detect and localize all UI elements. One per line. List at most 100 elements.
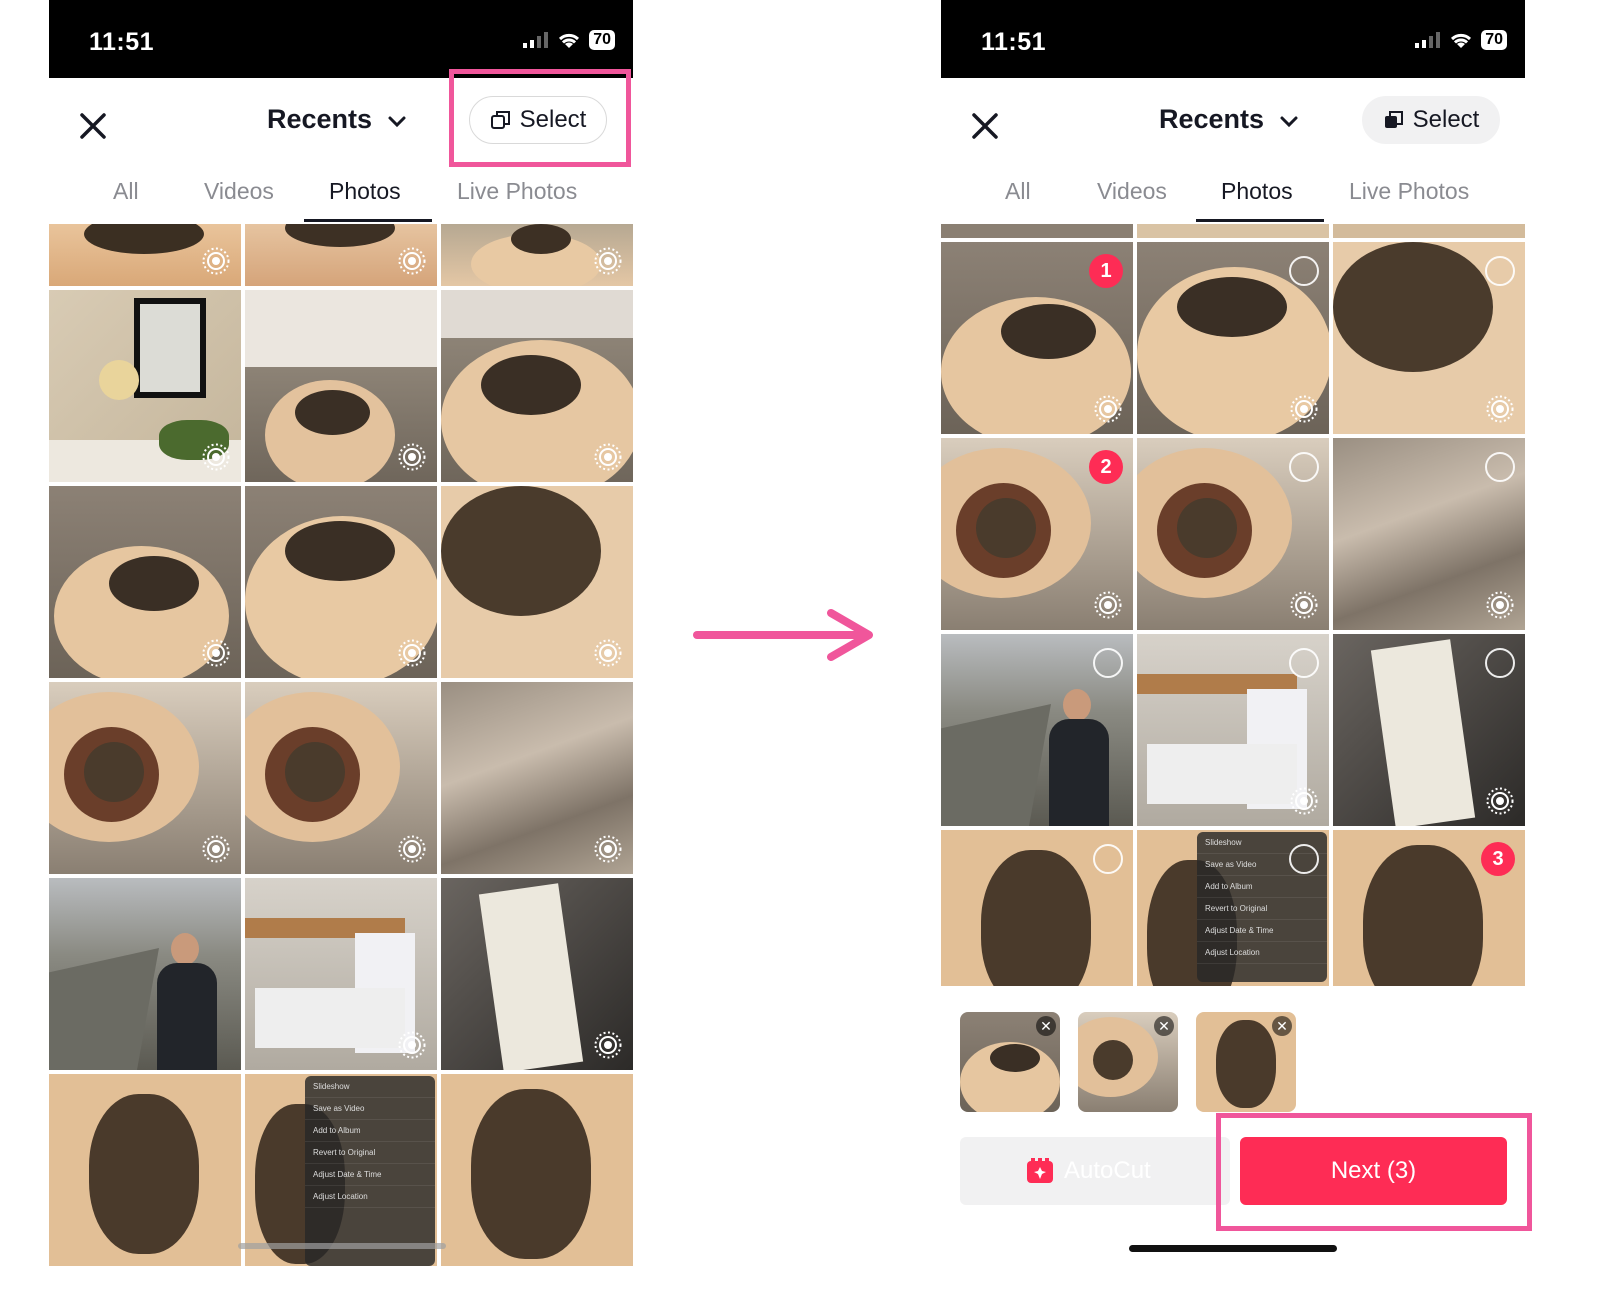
menu-text: Revert to Original (1197, 898, 1327, 920)
photo-thumbnail[interactable] (1137, 242, 1329, 434)
remove-icon[interactable]: ✕ (1272, 1016, 1292, 1036)
context-menu-in-photo: Slideshow Save as Video Add to Album Rev… (305, 1076, 435, 1266)
selected-thumbnail[interactable]: ✕ (1196, 1012, 1296, 1112)
live-photo-icon (202, 835, 230, 863)
selection-number-badge[interactable]: 1 (1089, 254, 1123, 288)
menu-text: Save as Video (305, 1098, 435, 1120)
tab-all[interactable]: All (1005, 178, 1031, 205)
photo-thumbnail[interactable] (49, 486, 241, 678)
photo-thumbnail[interactable] (245, 486, 437, 678)
remove-icon[interactable]: ✕ (1154, 1016, 1174, 1036)
tab-live-photos[interactable]: Live Photos (457, 178, 577, 205)
photo-thumbnail[interactable] (441, 1074, 633, 1266)
photo-thumbnail[interactable] (245, 878, 437, 1070)
photo-thumbnail[interactable] (245, 290, 437, 482)
wifi-icon (559, 33, 580, 48)
live-photo-icon (594, 639, 622, 667)
selection-circle[interactable] (1289, 844, 1319, 874)
live-photo-icon (202, 247, 230, 275)
status-time: 11:51 (89, 28, 155, 56)
photo-thumbnail[interactable] (49, 878, 241, 1070)
close-icon[interactable] (965, 106, 1005, 146)
photo-thumbnail[interactable] (941, 224, 1133, 238)
selection-circle[interactable] (1485, 452, 1515, 482)
live-photo-icon (1486, 591, 1514, 619)
selection-circle[interactable] (1093, 648, 1123, 678)
menu-text: Adjust Date & Time (305, 1164, 435, 1186)
photo-thumbnail[interactable] (441, 682, 633, 874)
photo-thumbnail[interactable] (49, 682, 241, 874)
live-photo-icon (1486, 787, 1514, 815)
tab-live-photos[interactable]: Live Photos (1349, 178, 1469, 205)
photo-thumbnail[interactable]: 2 (941, 438, 1133, 630)
live-photo-icon (1290, 395, 1318, 423)
selection-circle[interactable] (1485, 648, 1515, 678)
menu-text: Adjust Location (305, 1186, 435, 1208)
autocut-label: AutoCut (1064, 1157, 1151, 1184)
photo-thumbnail[interactable] (245, 682, 437, 874)
tab-photos[interactable]: Photos (329, 178, 401, 205)
album-title[interactable]: Recents (267, 104, 372, 135)
photo-thumbnail[interactable] (441, 224, 633, 286)
photo-thumbnail[interactable] (1137, 438, 1329, 630)
chevron-down-icon[interactable] (385, 110, 409, 134)
signal-icon (1415, 32, 1441, 48)
photo-thumbnail[interactable] (941, 830, 1133, 986)
menu-text: Revert to Original (305, 1142, 435, 1164)
live-photo-icon (1094, 395, 1122, 423)
selection-number-badge[interactable]: 2 (1089, 450, 1123, 484)
live-photo-icon (594, 443, 622, 471)
tab-all[interactable]: All (113, 178, 139, 205)
photo-thumbnail[interactable] (941, 634, 1133, 826)
live-photo-icon (1486, 395, 1514, 423)
selection-circle[interactable] (1289, 648, 1319, 678)
photo-thumbnail[interactable]: Slideshow Save as Video Add to Album Rev… (1137, 830, 1329, 986)
photo-thumbnail[interactable] (1137, 634, 1329, 826)
remove-icon[interactable]: ✕ (1036, 1016, 1056, 1036)
close-icon[interactable] (73, 106, 113, 146)
active-tab-indicator (1196, 219, 1324, 222)
photo-thumbnail[interactable]: Slideshow Save as Video Add to Album Rev… (245, 1074, 437, 1266)
photo-thumbnail[interactable] (1333, 634, 1525, 826)
photo-thumbnail[interactable] (441, 486, 633, 678)
tab-videos[interactable]: Videos (204, 178, 274, 205)
photo-thumbnail[interactable] (49, 1074, 241, 1266)
photo-thumbnail[interactable] (245, 224, 437, 286)
selection-circle[interactable] (1093, 844, 1123, 874)
photo-thumbnail[interactable]: 3 (1333, 830, 1525, 986)
select-button-active[interactable]: Select (1362, 96, 1500, 144)
photo-thumbnail[interactable] (1333, 224, 1525, 238)
tab-photos[interactable]: Photos (1221, 178, 1293, 205)
live-photo-icon (398, 1031, 426, 1059)
photo-thumbnail[interactable]: 1 (941, 242, 1133, 434)
live-photo-icon (202, 443, 230, 471)
chevron-down-icon[interactable] (1277, 110, 1301, 134)
phone-screen-after: 11:51 70 Recents Select All Videos Photo… (941, 0, 1525, 1291)
selection-number-badge[interactable]: 3 (1481, 842, 1515, 876)
photo-thumbnail[interactable] (49, 224, 241, 286)
album-title[interactable]: Recents (1159, 104, 1264, 135)
multi-select-icon (1384, 111, 1403, 128)
selected-thumbnail[interactable]: ✕ (960, 1012, 1060, 1112)
photo-thumbnail[interactable] (1333, 242, 1525, 434)
photo-thumbnail[interactable] (441, 878, 633, 1070)
photo-thumbnail[interactable] (1137, 224, 1329, 238)
photo-thumbnail[interactable] (49, 290, 241, 482)
menu-text: Adjust Date & Time (1197, 920, 1327, 942)
tab-videos[interactable]: Videos (1097, 178, 1167, 205)
selection-circle[interactable] (1289, 256, 1319, 286)
selected-thumbnail[interactable]: ✕ (1078, 1012, 1178, 1112)
selection-circle[interactable] (1289, 452, 1319, 482)
selected-items-tray: ✕ ✕ ✕ (941, 1012, 1525, 1112)
autocut-button[interactable]: AutoCut (960, 1137, 1230, 1205)
highlight-box-select (449, 69, 631, 167)
photo-thumbnail[interactable] (441, 290, 633, 482)
selection-circle[interactable] (1485, 256, 1515, 286)
live-photo-icon (1290, 787, 1318, 815)
live-photo-icon (1094, 591, 1122, 619)
live-photo-icon (594, 1031, 622, 1059)
menu-text: Slideshow (305, 1076, 435, 1098)
live-photo-icon (594, 247, 622, 275)
status-time: 11:51 (981, 28, 1047, 56)
photo-thumbnail[interactable] (1333, 438, 1525, 630)
